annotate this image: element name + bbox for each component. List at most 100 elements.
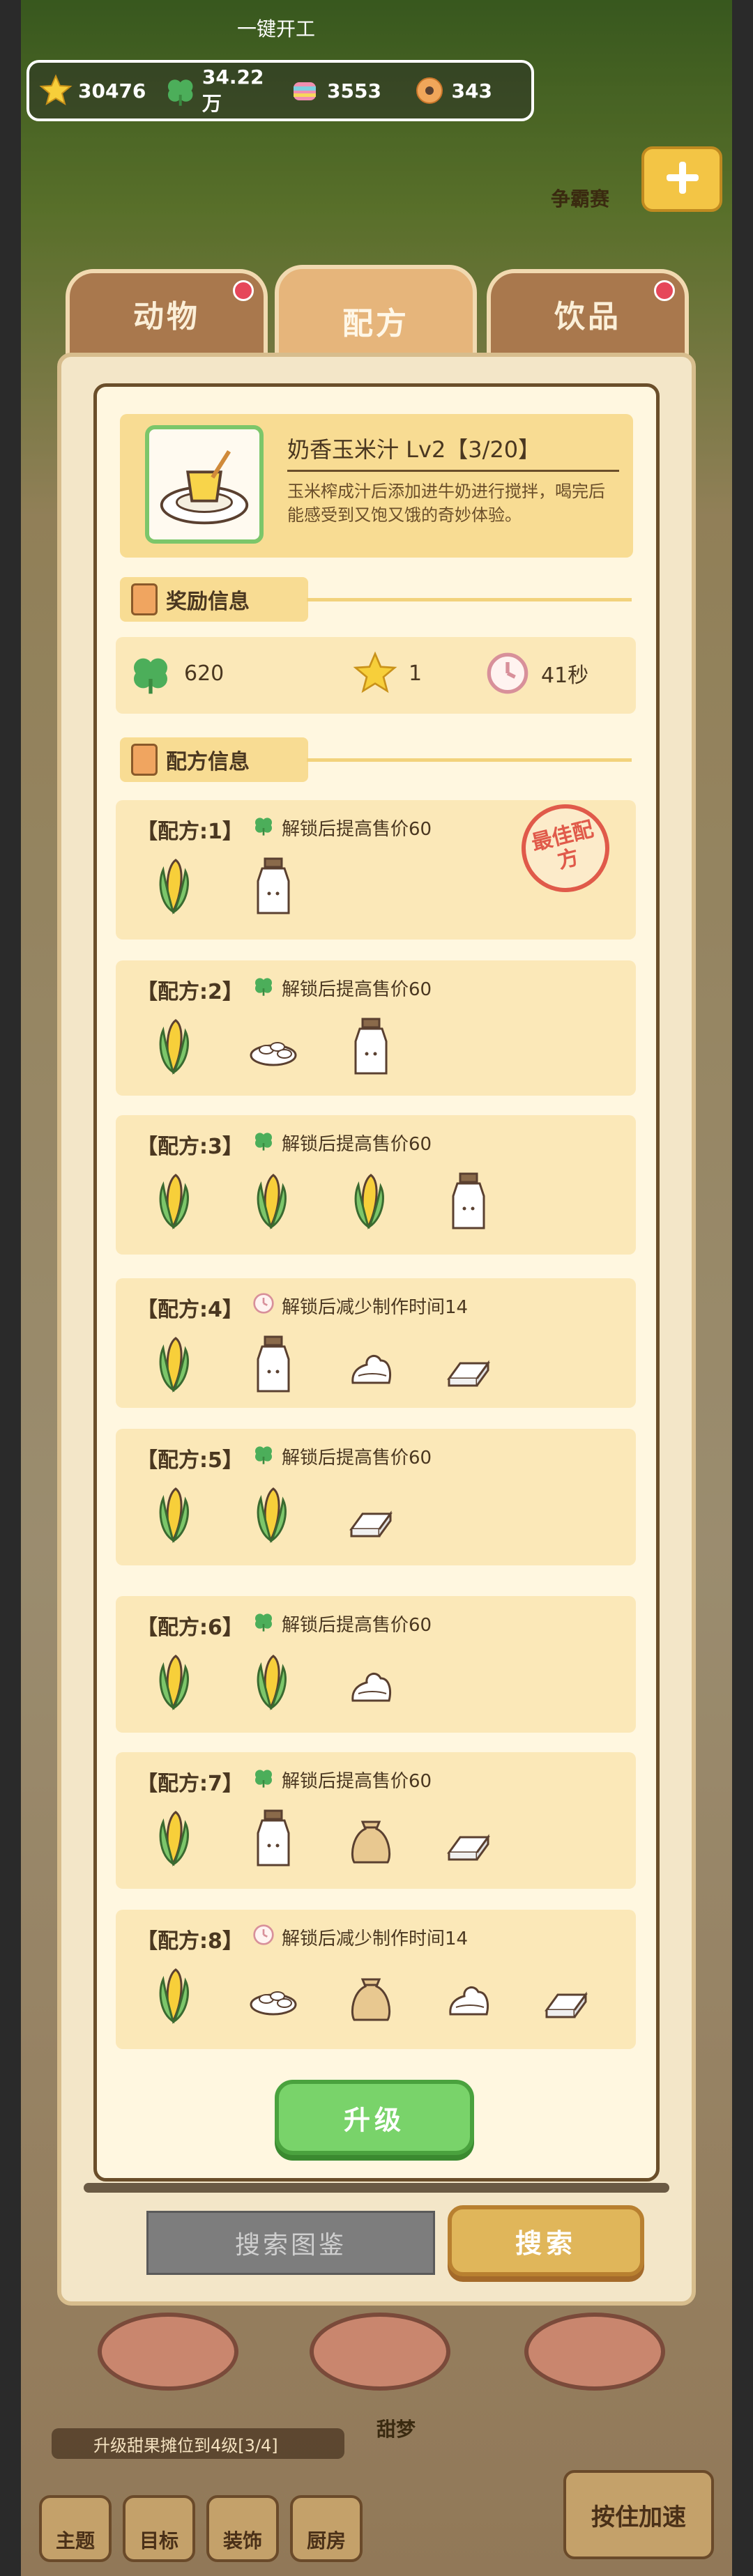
reward-section-title: 奖励信息	[166, 590, 250, 614]
search-button[interactable]: 搜索	[448, 2205, 644, 2276]
recipe-card[interactable]: 【配方:1】 解锁后提高售价60 最佳配方	[116, 795, 636, 940]
recipe-bonus: 解锁后提高售价60	[252, 1610, 432, 1637]
cream-icon	[346, 1333, 396, 1395]
corn-icon	[346, 1170, 396, 1232]
book-icon	[131, 583, 158, 615]
reward-time: 41秒	[485, 651, 588, 696]
nav-kitchen-button[interactable]: 厨房	[290, 2495, 363, 2562]
recipe-bonus-text: 解锁后提高售价60	[282, 1615, 432, 1636]
clover-icon	[167, 79, 192, 106]
cream-icon	[443, 1964, 494, 2027]
recipe-title: 【配方:2】	[137, 980, 243, 1004]
task-tip[interactable]: 升级甜果摊位到4级[3/4]	[52, 2428, 344, 2459]
reward-time-value: 41秒	[541, 664, 589, 688]
resource-star: 30476	[39, 74, 158, 107]
cream-icon	[346, 1650, 396, 1713]
recipe-card[interactable]: 【配方:2】 解锁后提高售价60	[116, 960, 636, 1096]
clover-icon	[252, 974, 275, 1002]
tab-drinks[interactable]: 饮品	[487, 269, 689, 358]
recipe-title: 【配方:3】	[137, 1135, 243, 1159]
upgrade-button[interactable]: 升级	[275, 2080, 474, 2155]
recipe-title: 【配方:1】	[137, 820, 243, 844]
tab-animals-label: 动物	[133, 299, 200, 335]
recipe-card[interactable]: 【配方:3】 解锁后提高售价60	[116, 1115, 636, 1255]
corn-icon	[248, 1170, 298, 1232]
milk-icon	[248, 1333, 298, 1395]
recipe-title: 【配方:6】	[137, 1616, 243, 1640]
recipe-title: 【配方:4】	[137, 1298, 243, 1322]
recipe-card[interactable]: 【配方:7】 解锁后提高售价60	[116, 1752, 636, 1889]
corn-icon	[151, 1650, 201, 1713]
resource-donut-value: 343	[451, 79, 492, 102]
recipe-bonus: 解锁后减少制作时间14	[252, 1292, 468, 1319]
left-letterbox	[0, 0, 21, 2576]
notification-dot	[233, 280, 254, 301]
panel-shelf	[84, 2183, 669, 2193]
resource-candy: 3553	[288, 74, 407, 107]
recipe-bonus: 解锁后提高售价60	[252, 974, 432, 1002]
book-icon	[131, 744, 158, 776]
notification-dot	[654, 280, 675, 301]
resource-candy-value: 3553	[327, 79, 381, 102]
recipe-bonus: 解锁后提高售价60	[252, 1766, 432, 1793]
star-icon	[353, 651, 397, 693]
recipe-section-header: 配方信息	[120, 737, 308, 782]
recipe-title: 【配方:5】	[137, 1448, 243, 1473]
best-recipe-stamp: 最佳配方	[512, 795, 619, 902]
rice-icon	[248, 1015, 298, 1078]
drink-image	[145, 425, 264, 544]
recipe-card[interactable]: 【配方:4】 解锁后减少制作时间14	[116, 1278, 636, 1408]
donut-decoration	[98, 2313, 238, 2391]
right-letterbox	[732, 0, 753, 2576]
clover-icon	[252, 1610, 275, 1637]
corn-milk-drink-icon	[160, 450, 249, 525]
reward-clover-value: 620	[184, 661, 225, 686]
resource-donut: 343	[413, 74, 532, 107]
nav-theme-button[interactable]: 主题	[39, 2495, 112, 2562]
corn-icon	[248, 1483, 298, 1546]
hold-speedup-button[interactable]: 按住加速	[563, 2470, 714, 2559]
recipe-bonus-text: 解锁后减少制作时间14	[282, 1929, 469, 1949]
recipe-bonus-text: 解锁后提高售价60	[282, 979, 432, 1000]
recipe-bonus: 解锁后提高售价60	[252, 814, 432, 841]
recipe-card[interactable]: 【配方:8】 解锁后减少制作时间14	[116, 1910, 636, 2049]
recipe-title: 【配方:7】	[137, 1772, 243, 1796]
drink-info-card: 奶香玉米汁 Lv2【3/20】 玉米榨成汁后添加进牛奶进行搅拌，喝完后能感受到又…	[120, 414, 633, 558]
recipe-bonus-text: 解锁后提高售价60	[282, 1448, 432, 1469]
candy-icon	[294, 82, 316, 100]
donut-decoration	[310, 2313, 450, 2391]
recipe-card[interactable]: 【配方:6】 解锁后提高售价60	[116, 1596, 636, 1733]
corn-icon	[151, 1170, 201, 1232]
corn-icon	[151, 1964, 201, 2027]
resource-clover: 34.22万	[164, 66, 283, 116]
recipe-bonus: 解锁后减少制作时间14	[252, 1924, 468, 1951]
tab-animals[interactable]: 动物	[66, 269, 268, 358]
search-catalog-button[interactable]: 搜索图鉴	[146, 2211, 435, 2275]
section-divider	[307, 598, 632, 601]
tab-recipes-label: 配方	[342, 306, 409, 342]
tab-drinks-label: 饮品	[554, 299, 621, 335]
corn-icon	[248, 1650, 298, 1713]
clock-icon	[252, 1292, 275, 1319]
reward-info-card: 620 1 41秒	[116, 637, 636, 714]
clock-icon	[487, 652, 528, 694]
corn-icon	[151, 1807, 201, 1869]
recipe-bonus-text: 解锁后减少制作时间14	[282, 1297, 469, 1318]
milk-icon	[443, 1170, 494, 1232]
one-key-start-button[interactable]: 一键开工	[237, 14, 315, 42]
resource-clover-value: 34.22万	[201, 65, 264, 115]
recipe-bonus: 解锁后提高售价60	[252, 1129, 432, 1156]
rank-competition-label[interactable]: 争霸赛	[551, 184, 609, 212]
nav-decor-button[interactable]: 装饰	[206, 2495, 279, 2562]
resource-bar: 30476 34.22万 3553 343	[26, 60, 534, 121]
recipe-section-title: 配方信息	[166, 750, 250, 774]
nav-goal-button[interactable]: 目标	[123, 2495, 195, 2562]
recipe-title: 【配方:8】	[137, 1929, 243, 1954]
recipe-bonus-text: 解锁后提高售价60	[282, 1771, 432, 1792]
corn-icon	[151, 1333, 201, 1395]
clover-icon	[134, 658, 167, 694]
recipe-card[interactable]: 【配方:5】 解锁后提高售价60	[116, 1429, 636, 1565]
title-divider	[287, 470, 619, 472]
add-button[interactable]	[641, 146, 722, 212]
rice-icon	[248, 1964, 298, 2027]
